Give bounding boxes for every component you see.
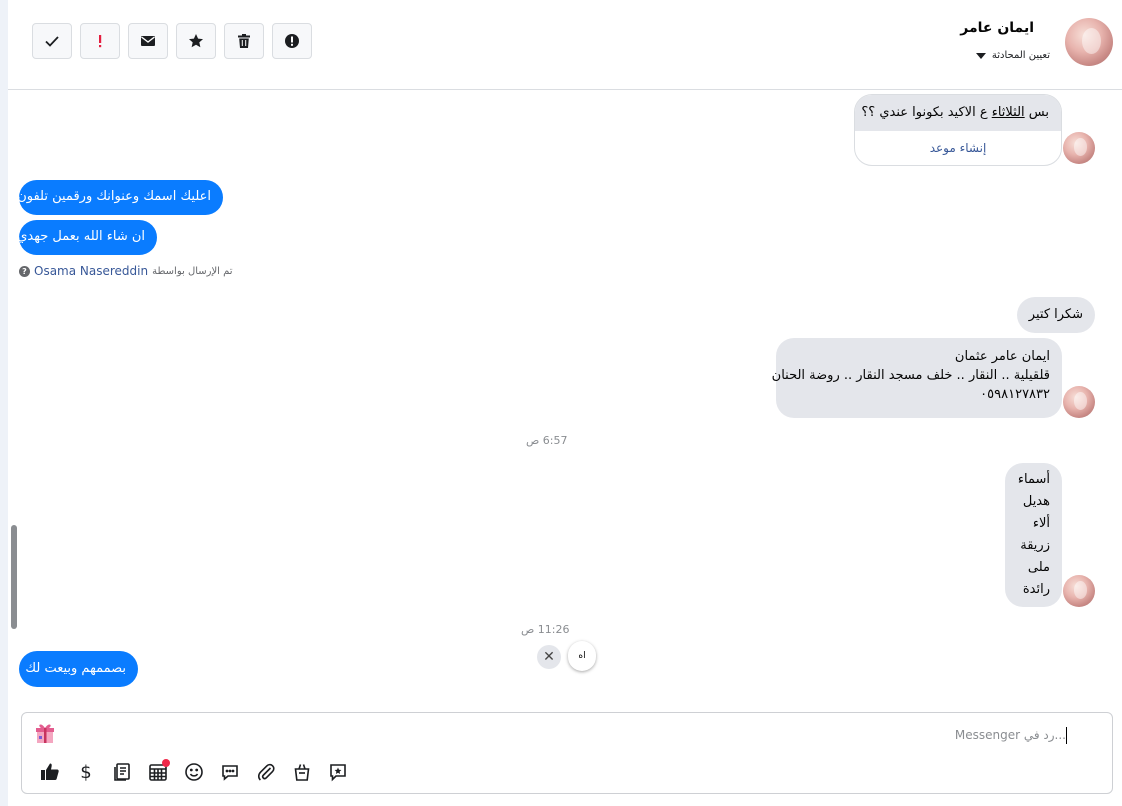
message-line: أسماء: [1017, 472, 1050, 487]
outgoing-message: اعليك اسمك وعنوانك ورقمين تلفون: [17, 180, 223, 215]
chat-star-icon: [330, 764, 346, 782]
shopping-bag-icon: [294, 764, 310, 781]
payment-button[interactable]: $: [68, 759, 104, 785]
gift-sticker-icon[interactable]: [34, 721, 56, 745]
notification-badge: [162, 759, 170, 767]
message-text: ع الاكيد بكونوا عندي ؟؟: [861, 105, 992, 120]
chat-bubble-icon: [222, 765, 238, 781]
contact-avatar-small: [1063, 386, 1095, 418]
incoming-message: شكرا كتير: [1016, 297, 1095, 333]
close-icon: ✕: [543, 649, 555, 665]
incoming-message: ايمان عامر عثمان قلقيلية .. النقار .. خل…: [771, 338, 1062, 418]
mark-done-button[interactable]: [32, 23, 72, 59]
contact-name: ايمان عامر: [960, 20, 1034, 36]
timestamp: 11:26 ص: [521, 623, 570, 636]
alert-circle-icon: [285, 34, 299, 48]
create-appointment-link[interactable]: إنشاء موعد: [855, 133, 1061, 163]
envelope-icon: [141, 36, 155, 46]
incoming-message: أسماء هديل ألاء زريقة ملى رائدة: [1005, 463, 1062, 607]
outgoing-message: ان شاء الله بعمل جهدي: [17, 220, 157, 255]
appointment-button[interactable]: [140, 759, 176, 785]
message-line: ألاء: [1032, 516, 1050, 531]
incoming-message: بس الثلاثاء ع الاكيد بكونوا عندي ؟؟: [855, 95, 1061, 131]
sender-name[interactable]: Osama Nasereddin: [34, 264, 148, 278]
contact-avatar-small: [1063, 132, 1095, 164]
paperclip-icon: [257, 763, 275, 781]
thumbs-up-icon: [41, 763, 59, 780]
caret-down-icon: [975, 52, 986, 59]
star-icon: [189, 34, 203, 48]
sent-by-label: تم الإرسال بواسطة: [152, 265, 233, 277]
message-line: ملى: [1027, 560, 1050, 575]
assign-conversation-dropdown[interactable]: تعيين المحادثة: [975, 50, 1050, 61]
text-cursor: [1066, 727, 1067, 744]
dismiss-quick-reply-button[interactable]: ✕: [537, 645, 561, 669]
attach-button[interactable]: [248, 759, 284, 785]
composer-toolbar: $: [32, 759, 356, 785]
contact-avatar-small: [1063, 575, 1095, 607]
message-line: قلقيلية .. النقار .. خلف مسجد النقار .. …: [771, 368, 1050, 383]
mark-follow-up-button[interactable]: [80, 23, 120, 59]
message-line: زريقة: [1020, 538, 1050, 553]
message-input[interactable]: ...رد في Messenger: [955, 728, 1066, 742]
scrollbar-thumb[interactable]: [11, 525, 17, 629]
message-text-underlined[interactable]: الثلاثاء: [992, 105, 1025, 120]
sent-by-info: ? Osama Nasereddin تم الإرسال بواسطة: [19, 264, 233, 278]
left-panel-edge: [0, 0, 8, 806]
spam-button[interactable]: [272, 23, 312, 59]
feedback-button[interactable]: [320, 759, 356, 785]
emoji-button[interactable]: [176, 759, 212, 785]
message-line: ٠٥٩٨١٢٧٨٣٢: [980, 387, 1050, 402]
message-card: بس الثلاثاء ع الاكيد بكونوا عندي ؟؟ إنشا…: [854, 94, 1062, 166]
quick-reply-chip[interactable]: اه: [568, 641, 596, 671]
message-button[interactable]: [212, 759, 248, 785]
star-button[interactable]: [176, 23, 216, 59]
message-composer: ...رد في Messenger $: [21, 712, 1113, 794]
smiley-icon: [185, 763, 203, 781]
message-text: بس: [1024, 105, 1049, 120]
message-line: هديل: [1022, 494, 1050, 509]
message-line: ايمان عامر عثمان: [954, 349, 1050, 364]
outgoing-message: بصممهم وبيعت لك: [19, 651, 138, 687]
delete-button[interactable]: [224, 23, 264, 59]
timestamp: 6:57 ص: [526, 434, 568, 447]
saved-replies-button[interactable]: [104, 759, 140, 785]
like-button[interactable]: [32, 759, 68, 785]
mark-unread-button[interactable]: [128, 23, 168, 59]
dollar-icon: $: [80, 761, 92, 783]
notes-icon: [114, 763, 130, 781]
contact-avatar[interactable]: [1065, 18, 1113, 66]
assign-label: تعيين المحادثة: [991, 50, 1050, 61]
question-icon[interactable]: ?: [19, 265, 30, 277]
shop-button[interactable]: [284, 759, 320, 785]
exclamation-icon: [99, 35, 102, 48]
trash-icon: [238, 34, 250, 48]
message-line: رائدة: [1022, 582, 1050, 597]
conversation-header: ايمان عامر تعيين المحادثة: [8, 0, 1122, 90]
check-icon: [45, 36, 59, 47]
